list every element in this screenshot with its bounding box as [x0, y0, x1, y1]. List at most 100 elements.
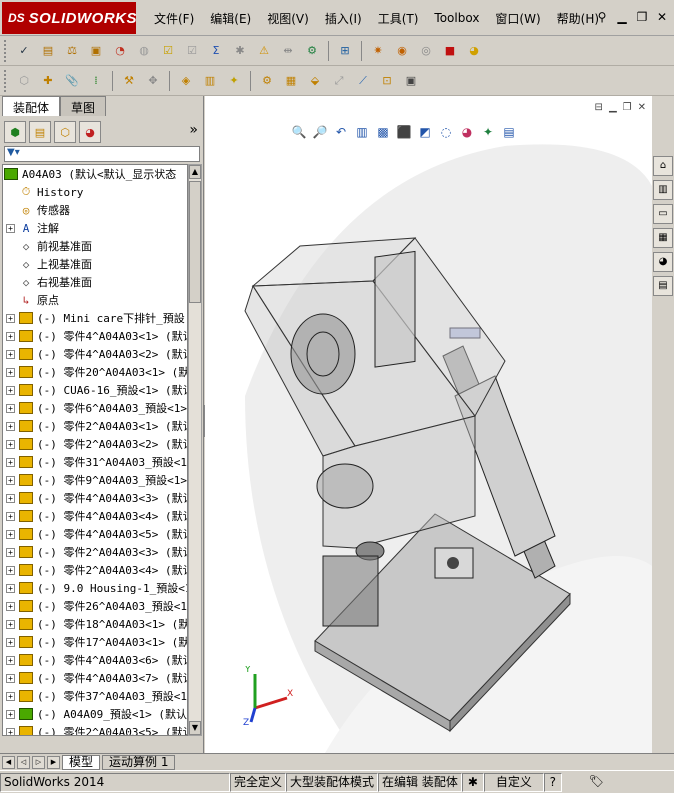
tag-icon[interactable]: 🏷 [562, 773, 607, 792]
next-tab-button[interactable]: ▷ [32, 755, 45, 769]
close-view-icon[interactable]: ✕ [638, 102, 646, 113]
expand-tabs-icon[interactable]: » [189, 122, 198, 138]
explode-icon[interactable]: ✷ [369, 42, 387, 60]
status-help[interactable]: ? [543, 772, 562, 792]
last-tab-button[interactable]: ▶ [47, 755, 60, 769]
display-manager-icon[interactable]: ◕ [79, 121, 101, 143]
tree-item[interactable]: + (-) 零件6^A04A03_預設<1> [3, 399, 187, 417]
tree-item[interactable]: + (-) 零件4^A04A03<6> (默认 [3, 651, 187, 669]
home-icon[interactable]: ⌂ [653, 156, 673, 176]
vertical-block[interactable] [374, 250, 416, 368]
file-explorer-icon[interactable]: ▭ [653, 204, 673, 224]
view-settings-icon[interactable]: ▤ [501, 124, 517, 140]
expand-toggle[interactable]: + [6, 727, 15, 735]
tree-item[interactable]: ◇ 前视基准面 [3, 237, 187, 255]
tree-item[interactable]: ◇ 上视基准面 [3, 255, 187, 273]
expand-toggle[interactable]: + [6, 619, 15, 629]
insert-component-icon[interactable]: ⬡ [15, 72, 33, 90]
prev-tab-button[interactable]: ◁ [17, 755, 30, 769]
zoom-to-fit-icon[interactable]: 🔍 [291, 124, 307, 140]
display-states-icon[interactable]: ◉ [393, 42, 411, 60]
expand-toggle[interactable]: + [6, 601, 15, 611]
tree-item[interactable]: + (-) 零件2^A04A03<1> (默认 [3, 417, 187, 435]
solidworks-logo[interactable]: DS SOLIDWORKS [2, 2, 137, 34]
tree-item[interactable]: + (-) 零件4^A04A03<5> (默认 [3, 525, 187, 543]
show-hidden-icon[interactable]: ◈ [177, 72, 195, 90]
expand-toggle[interactable]: + [6, 475, 15, 485]
mate-icon[interactable]: 📎 [63, 72, 81, 90]
performance-icon[interactable]: ◔ [111, 42, 129, 60]
tab-sketch[interactable]: 草图 [60, 96, 107, 116]
split-view-icon[interactable]: ⊟ [595, 102, 603, 113]
instant3d-icon[interactable]: ⟋ [354, 72, 372, 90]
tree-item[interactable]: + (-) 零件2^A04A03<5> (默认 [3, 723, 187, 735]
equations-icon[interactable]: Σ [207, 42, 225, 60]
edit-appearance-icon[interactable]: ◕ [459, 124, 475, 140]
tab-motion-study[interactable]: 运动算例 1 [102, 754, 176, 770]
expand-toggle[interactable]: + [6, 457, 15, 467]
close-button[interactable]: ✕ [654, 10, 670, 24]
expand-toggle[interactable]: + [6, 403, 15, 413]
bill-of-materials-icon[interactable]: ▦ [282, 72, 300, 90]
new-part-icon[interactable]: ✚ [39, 72, 57, 90]
expand-toggle[interactable]: + [6, 349, 15, 359]
explode-line-icon[interactable]: ⤢ [330, 72, 348, 90]
tree-item[interactable]: + (-) CUA6-16_預設<1> (默认 [3, 381, 187, 399]
restore-button[interactable]: ❐ [634, 10, 650, 24]
new-motion-study-icon[interactable]: ⚙ [258, 72, 276, 90]
reference-geometry-icon[interactable]: ✦ [225, 72, 243, 90]
tree-item[interactable]: + (-) 零件26^A04A03_預設<1 [3, 597, 187, 615]
scroll-up-button[interactable]: ▲ [189, 165, 201, 179]
color-red-icon[interactable]: ■ [441, 42, 459, 60]
interference-icon[interactable]: ✱ [231, 42, 249, 60]
tab-model[interactable]: 模型 [62, 754, 101, 770]
tree-item[interactable]: + (-) 零件31^A04A03_預設<1 [3, 453, 187, 471]
display-style-icon[interactable]: ◩ [417, 124, 433, 140]
appearance-icon[interactable]: ◕ [465, 42, 483, 60]
restore-view-icon[interactable]: ❐ [623, 102, 632, 113]
graphics-area[interactable]: ⊟ ▁ ❐ ✕ 🔍 🔎 ↶ ▥ ▩ ⬛ ◩ ◌ ◕ ✦ ▤ X Y Z [205, 96, 652, 753]
sensor-icon[interactable]: ◍ [135, 42, 153, 60]
previous-view-icon[interactable]: ↶ [333, 124, 349, 140]
menu-toolbox[interactable]: Toolbox [426, 11, 487, 25]
rebuild-icon[interactable]: ✱ [461, 772, 484, 792]
dynamic-annotation-icon[interactable]: ▩ [375, 124, 391, 140]
measure-icon[interactable]: ▤ [39, 42, 57, 60]
tree-item[interactable]: ◎ 传感器 [3, 201, 187, 219]
tree-item[interactable]: + (-) Mini care下排针_預設 [3, 309, 187, 327]
tree-item[interactable]: + (-) 零件4^A04A03<4> (默认 [3, 507, 187, 525]
mass-properties-icon[interactable]: ⚖ [63, 42, 81, 60]
snapshot-icon[interactable]: ▣ [402, 72, 420, 90]
warning-icon[interactable]: ⚠ [255, 42, 273, 60]
assembly-features-icon[interactable]: ▥ [201, 72, 219, 90]
section-view-icon[interactable]: ▥ [354, 124, 370, 140]
smart-fasteners-icon[interactable]: ⚒ [120, 72, 138, 90]
expand-toggle[interactable]: + [6, 547, 15, 557]
update-speedpak-icon[interactable]: ⊡ [378, 72, 396, 90]
tree-item[interactable]: ◇ 右视基准面 [3, 273, 187, 291]
check-gray-icon[interactable]: ☑ [183, 42, 201, 60]
tree-item[interactable]: + (-) 9.0 Housing-1_預設<1 [3, 579, 187, 597]
toolbar-grip[interactable] [4, 69, 8, 92]
tree-item[interactable]: + (-) 零件20^A04A03<1> (默认 [3, 363, 187, 381]
tree-root[interactable]: A04A03 (默认<默认_显示状态 [3, 165, 187, 183]
expand-toggle[interactable]: + [6, 637, 15, 647]
expand-toggle[interactable]: + [6, 673, 15, 683]
tree-scrollbar[interactable]: ▲ ▼ [188, 164, 202, 736]
view-palette-icon[interactable]: ▦ [653, 228, 673, 248]
section-properties-icon[interactable]: ▣ [87, 42, 105, 60]
expand-toggle[interactable]: + [6, 529, 15, 539]
tree-item[interactable]: + A 注解 [3, 219, 187, 237]
exploded-view-icon[interactable]: ⬙ [306, 72, 324, 90]
expand-toggle[interactable]: + [6, 565, 15, 575]
expand-toggle[interactable]: + [6, 439, 15, 449]
tree-item[interactable]: + (-) 零件2^A04A03<4> (默认 [3, 561, 187, 579]
roller[interactable] [316, 463, 374, 509]
tree-item[interactable]: + (-) A04A09_預設<1> (默认 [3, 705, 187, 723]
expand-toggle[interactable]: + [6, 385, 15, 395]
minimize-button[interactable]: ▁ [614, 10, 630, 24]
tab-assembly[interactable]: 装配体 [2, 96, 61, 116]
motor[interactable] [290, 313, 356, 395]
visibility-icon[interactable]: ◎ [417, 42, 435, 60]
tree-item[interactable]: + (-) 零件17^A04A03<1> (默 [3, 633, 187, 651]
